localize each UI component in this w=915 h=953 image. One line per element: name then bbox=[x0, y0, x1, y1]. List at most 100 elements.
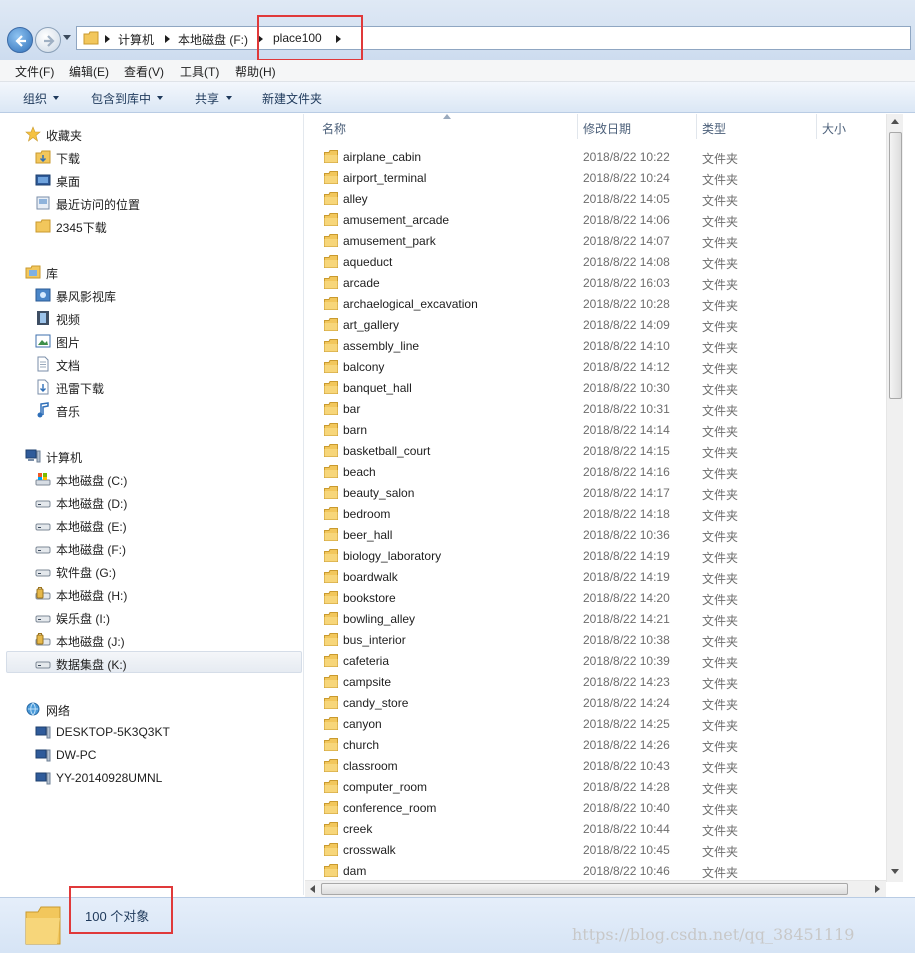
file-row[interactable]: barn 2018/8/22 14:14 文件夹 bbox=[305, 420, 885, 441]
file-row[interactable]: classroom 2018/8/22 10:43 文件夹 bbox=[305, 756, 885, 777]
file-row[interactable]: basketball_court 2018/8/22 14:15 文件夹 bbox=[305, 441, 885, 462]
scroll-up-icon[interactable] bbox=[891, 119, 899, 124]
file-row[interactable]: dam 2018/8/22 10:46 文件夹 bbox=[305, 861, 885, 882]
file-row[interactable]: archaelogical_excavation 2018/8/22 10:28 文… bbox=[305, 294, 885, 315]
menu-edit[interactable]: 编辑(E) bbox=[69, 63, 109, 80]
file-row[interactable]: canyon 2018/8/22 14:25 文件夹 bbox=[305, 714, 885, 735]
folder-icon bbox=[324, 465, 338, 478]
file-row[interactable]: banquet_hall 2018/8/22 10:30 文件夹 bbox=[305, 378, 885, 399]
folder-icon bbox=[324, 696, 338, 709]
file-date: 2018/8/22 10:24 bbox=[583, 171, 670, 185]
file-type: 文件夹 bbox=[702, 635, 739, 649]
file-date: 2018/8/22 10:43 bbox=[583, 759, 670, 773]
file-row[interactable]: balcony 2018/8/22 14:12 文件夹 bbox=[305, 357, 885, 378]
horizontal-scrollbar[interactable] bbox=[305, 880, 886, 897]
file-row[interactable]: crosswalk 2018/8/22 10:45 文件夹 bbox=[305, 840, 885, 861]
file-type: 文件夹 bbox=[702, 446, 739, 460]
file-type: 文件夹 bbox=[702, 299, 739, 313]
file-row[interactable]: alley 2018/8/22 14:05 文件夹 bbox=[305, 189, 885, 210]
nav-item-label: 本地磁盘 (D:) bbox=[56, 497, 128, 511]
address-field[interactable]: 计算机 本地磁盘 (F:) place100 bbox=[76, 26, 911, 50]
hard-drive-icon bbox=[35, 546, 51, 554]
file-date: 2018/8/22 14:23 bbox=[583, 675, 670, 689]
file-row[interactable]: bar 2018/8/22 10:31 文件夹 bbox=[305, 399, 885, 420]
forward-button[interactable] bbox=[35, 27, 61, 53]
file-row[interactable]: bowling_alley 2018/8/22 14:21 文件夹 bbox=[305, 609, 885, 630]
file-date: 2018/8/22 16:03 bbox=[583, 276, 670, 290]
scroll-left-icon[interactable] bbox=[310, 885, 315, 893]
file-row[interactable]: creek 2018/8/22 10:44 文件夹 bbox=[305, 819, 885, 840]
menu-help[interactable]: 帮助(H) bbox=[235, 63, 276, 80]
recent-pages-dropdown-icon[interactable] bbox=[63, 35, 71, 41]
menu-file[interactable]: 文件(F) bbox=[15, 63, 54, 80]
nav-favorites-label: 收藏夹 bbox=[46, 129, 83, 143]
file-row[interactable]: computer_room 2018/8/22 14:28 文件夹 bbox=[305, 777, 885, 798]
column-header-type[interactable]: 类型 bbox=[697, 114, 815, 139]
folder-large-icon bbox=[25, 906, 61, 945]
file-date: 2018/8/22 14:26 bbox=[583, 738, 670, 752]
menu-view[interactable]: 查看(V) bbox=[124, 63, 164, 80]
breadcrumb-separator-icon[interactable] bbox=[105, 35, 110, 43]
file-row[interactable]: church 2018/8/22 14:26 文件夹 bbox=[305, 735, 885, 756]
breadcrumb-separator-icon[interactable] bbox=[165, 35, 170, 43]
scroll-right-icon[interactable] bbox=[875, 885, 880, 893]
menu-tools[interactable]: 工具(T) bbox=[180, 63, 219, 80]
file-row[interactable]: beer_hall 2018/8/22 10:36 文件夹 bbox=[305, 525, 885, 546]
file-row[interactable]: airplane_cabin 2018/8/22 10:22 文件夹 bbox=[305, 147, 885, 168]
vertical-scrollbar[interactable] bbox=[886, 114, 903, 882]
breadcrumb-drive-f[interactable]: 本地磁盘 (F:) bbox=[178, 31, 248, 48]
file-type: 文件夹 bbox=[702, 656, 739, 670]
file-date: 2018/8/22 14:18 bbox=[583, 507, 670, 521]
file-row[interactable]: amusement_arcade 2018/8/22 14:06 文件夹 bbox=[305, 210, 885, 231]
file-type: 文件夹 bbox=[702, 341, 739, 355]
network-computer-icon bbox=[35, 772, 51, 785]
vertical-scroll-thumb[interactable] bbox=[889, 132, 902, 399]
file-row[interactable]: beach 2018/8/22 14:16 文件夹 bbox=[305, 462, 885, 483]
file-name: bedroom bbox=[343, 507, 391, 521]
watermark-text: https://blog.csdn.net/qq_38451119 bbox=[572, 925, 855, 944]
file-row[interactable]: campsite 2018/8/22 14:23 文件夹 bbox=[305, 672, 885, 693]
file-row[interactable]: beauty_salon 2018/8/22 14:17 文件夹 bbox=[305, 483, 885, 504]
file-type: 文件夹 bbox=[702, 278, 739, 292]
scroll-down-icon[interactable] bbox=[891, 869, 899, 874]
file-date: 2018/8/22 14:09 bbox=[583, 318, 670, 332]
file-row[interactable]: bus_interior 2018/8/22 10:38 文件夹 bbox=[305, 630, 885, 651]
file-row[interactable]: aqueduct 2018/8/22 14:08 文件夹 bbox=[305, 252, 885, 273]
new-folder-button[interactable]: 新建文件夹 bbox=[262, 90, 322, 107]
file-row[interactable]: candy_store 2018/8/22 14:24 文件夹 bbox=[305, 693, 885, 714]
breadcrumb-computer[interactable]: 计算机 bbox=[118, 31, 154, 48]
column-header-date[interactable]: 修改日期 bbox=[578, 114, 696, 139]
file-row[interactable]: conference_room 2018/8/22 10:40 文件夹 bbox=[305, 798, 885, 819]
column-header-name[interactable]: 名称 bbox=[305, 114, 577, 139]
file-date: 2018/8/22 14:10 bbox=[583, 339, 670, 353]
hard-drive-icon bbox=[35, 523, 51, 531]
file-type: 文件夹 bbox=[702, 719, 739, 733]
back-button[interactable] bbox=[7, 27, 33, 53]
file-row[interactable]: bookstore 2018/8/22 14:20 文件夹 bbox=[305, 588, 885, 609]
file-name: bookstore bbox=[343, 591, 396, 605]
file-row[interactable]: art_gallery 2018/8/22 14:09 文件夹 bbox=[305, 315, 885, 336]
organize-button[interactable]: 组织 bbox=[23, 90, 47, 107]
file-row[interactable]: bedroom 2018/8/22 14:18 文件夹 bbox=[305, 504, 885, 525]
file-type: 文件夹 bbox=[702, 614, 739, 628]
include-in-library-button[interactable]: 包含到库中 bbox=[91, 90, 151, 107]
file-row[interactable]: boardwalk 2018/8/22 14:19 文件夹 bbox=[305, 567, 885, 588]
file-row[interactable]: cafeteria 2018/8/22 10:39 文件夹 bbox=[305, 651, 885, 672]
file-row[interactable]: arcade 2018/8/22 16:03 文件夹 bbox=[305, 273, 885, 294]
hard-drive-icon bbox=[35, 500, 51, 508]
file-type: 文件夹 bbox=[702, 530, 739, 544]
folder-icon bbox=[324, 276, 338, 289]
file-date: 2018/8/22 14:25 bbox=[583, 717, 670, 731]
file-row[interactable]: biology_laboratory 2018/8/22 14:19 文件夹 bbox=[305, 546, 885, 567]
file-row[interactable]: amusement_park 2018/8/22 14:07 文件夹 bbox=[305, 231, 885, 252]
file-row[interactable]: airport_terminal 2018/8/22 10:24 文件夹 bbox=[305, 168, 885, 189]
file-name: arcade bbox=[343, 276, 380, 290]
file-name: cafeteria bbox=[343, 654, 390, 668]
column-header-size[interactable]: 大小 bbox=[817, 114, 887, 139]
download-library-icon bbox=[37, 379, 49, 395]
horizontal-scroll-thumb[interactable] bbox=[321, 883, 848, 895]
share-button[interactable]: 共享 bbox=[195, 90, 219, 107]
file-row[interactable]: assembly_line 2018/8/22 14:10 文件夹 bbox=[305, 336, 885, 357]
hard-drive-icon bbox=[35, 661, 51, 669]
folder-icon bbox=[324, 612, 338, 625]
